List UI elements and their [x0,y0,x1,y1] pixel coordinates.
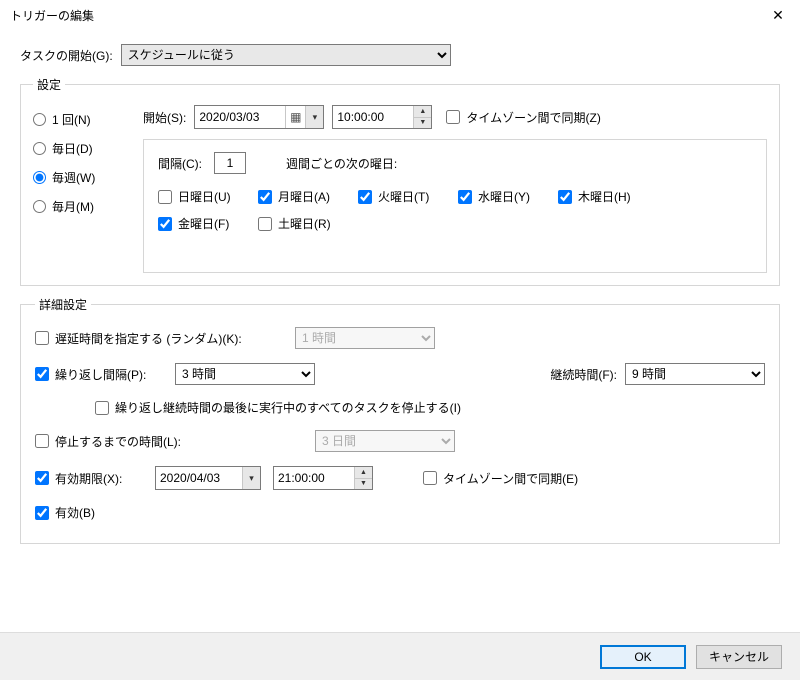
adv-repeat-select[interactable]: 3 時間 [175,363,315,385]
chevron-down-icon[interactable]: ▾ [305,106,323,128]
adv-stopatend-label: 繰り返し継続時間の最後に実行中のすべてのタスクを停止する(I) [115,399,461,416]
expire-time-input[interactable] [274,467,354,489]
settings-group: 設定 1 回(N) 毎日(D) 毎週(W) 毎月(M) [20,76,780,286]
day-thu-label: 木曜日(H) [578,188,631,205]
start-date-field[interactable]: ▦ ▾ [194,105,324,129]
adv-delay-row: 遅延時間を指定する (ランダム)(K): 1 時間 [35,327,765,349]
adv-delay-select: 1 時間 [295,327,435,349]
start-time-input[interactable] [333,106,413,128]
advanced-legend: 詳細設定 [35,296,91,313]
day-thu-checkbox[interactable] [558,190,572,204]
adv-enabled-row: 有効(B) [35,504,765,521]
spin-down-icon[interactable]: ▼ [355,478,372,490]
expire-tzsync-checkbox[interactable] [423,471,437,485]
start-label: 開始(S): [143,109,186,126]
start-tzsync[interactable]: タイムゾーン間で同期(Z) [446,109,600,126]
day-fri[interactable]: 金曜日(F) [158,215,258,232]
day-mon[interactable]: 月曜日(A) [258,188,358,205]
expire-time-field[interactable]: ▲ ▼ [273,466,373,490]
adv-expire-label: 有効期限(X): [55,470,155,487]
adv-delay-label: 遅延時間を指定する (ランダム)(K): [55,330,295,347]
adv-stopafter-select: 3 日間 [315,430,455,452]
spin-down-icon[interactable]: ▼ [414,117,431,129]
adv-expire-row: 有効期限(X): ▾ ▲ ▼ タイムゾーン間で同期(E) [35,466,765,490]
adv-stopatend-row: 繰り返し継続時間の最後に実行中のすべてのタスクを停止する(I) [95,399,765,416]
freq-weekly-radio[interactable] [33,171,46,184]
adv-repeat-checkbox[interactable] [35,367,49,381]
close-icon[interactable]: ✕ [756,0,800,30]
day-tue-label: 火曜日(T) [378,188,429,205]
freq-weekly-label: 毎週(W) [52,169,95,186]
freq-weekly[interactable]: 毎週(W) [33,169,143,186]
advanced-group: 詳細設定 遅延時間を指定する (ランダム)(K): 1 時間 繰り返し間隔(P)… [20,296,780,544]
task-start-label: タスクの開始(G): [20,47,113,64]
task-start-select[interactable]: スケジュールに従う [121,44,451,66]
freq-daily[interactable]: 毎日(D) [33,140,143,157]
adv-stopatend-checkbox[interactable] [95,401,109,415]
day-wed[interactable]: 水曜日(Y) [458,188,558,205]
freq-once[interactable]: 1 回(N) [33,111,143,128]
day-sat[interactable]: 土曜日(R) [258,215,358,232]
interval-label: 間隔(C): [158,155,202,172]
cancel-button[interactable]: キャンセル [696,645,782,669]
start-date-input[interactable] [195,106,285,128]
freq-daily-label: 毎日(D) [52,140,93,157]
days-header-label: 週間ごとの次の曜日: [286,155,397,172]
calendar-icon[interactable]: ▦ [285,106,305,128]
adv-delay-checkbox[interactable] [35,331,49,345]
day-wed-checkbox[interactable] [458,190,472,204]
day-fri-label: 金曜日(F) [178,215,229,232]
adv-expire-checkbox[interactable] [35,471,49,485]
day-tue[interactable]: 火曜日(T) [358,188,458,205]
interval-input[interactable] [214,152,246,174]
day-sat-checkbox[interactable] [258,217,272,231]
start-time-field[interactable]: ▲ ▼ [332,105,432,129]
expire-tzsync-label: タイムゾーン間で同期(E) [443,470,578,487]
day-sun-label: 日曜日(U) [178,188,231,205]
adv-stopafter-checkbox[interactable] [35,434,49,448]
adv-enabled-checkbox[interactable] [35,506,49,520]
freq-daily-radio[interactable] [33,142,46,155]
day-mon-checkbox[interactable] [258,190,272,204]
adv-repeat-row: 繰り返し間隔(P): 3 時間 継続時間(F): 9 時間 [35,363,765,385]
expire-date-input[interactable] [156,467,242,489]
start-tzsync-checkbox[interactable] [446,110,460,124]
day-tue-checkbox[interactable] [358,190,372,204]
adv-duration-label: 継続時間(F): [550,366,617,383]
adv-duration-select[interactable]: 9 時間 [625,363,765,385]
day-sat-label: 土曜日(R) [278,215,331,232]
expire-date-field[interactable]: ▾ [155,466,261,490]
chevron-down-icon[interactable]: ▾ [242,467,260,489]
day-mon-label: 月曜日(A) [278,188,330,205]
freq-monthly-radio[interactable] [33,200,46,213]
start-tzsync-label: タイムゾーン間で同期(Z) [466,109,600,126]
ok-button[interactable]: OK [600,645,686,669]
spin-up-icon[interactable]: ▲ [414,106,431,117]
adv-stopafter-row: 停止するまでの時間(L): 3 日間 [35,430,765,452]
day-sun[interactable]: 日曜日(U) [158,188,258,205]
day-fri-checkbox[interactable] [158,217,172,231]
freq-monthly[interactable]: 毎月(M) [33,198,143,215]
freq-once-radio[interactable] [33,113,46,126]
day-wed-label: 水曜日(Y) [478,188,530,205]
freq-monthly-label: 毎月(M) [52,198,94,215]
adv-repeat-label: 繰り返し間隔(P): [55,366,175,383]
adv-enabled-label: 有効(B) [55,504,95,521]
spin-up-icon[interactable]: ▲ [355,467,372,478]
day-thu[interactable]: 木曜日(H) [558,188,658,205]
day-sun-checkbox[interactable] [158,190,172,204]
adv-stopafter-label: 停止するまでの時間(L): [55,433,315,450]
window-title: トリガーの編集 [10,7,94,24]
settings-legend: 設定 [33,76,65,93]
freq-once-label: 1 回(N) [52,111,91,128]
